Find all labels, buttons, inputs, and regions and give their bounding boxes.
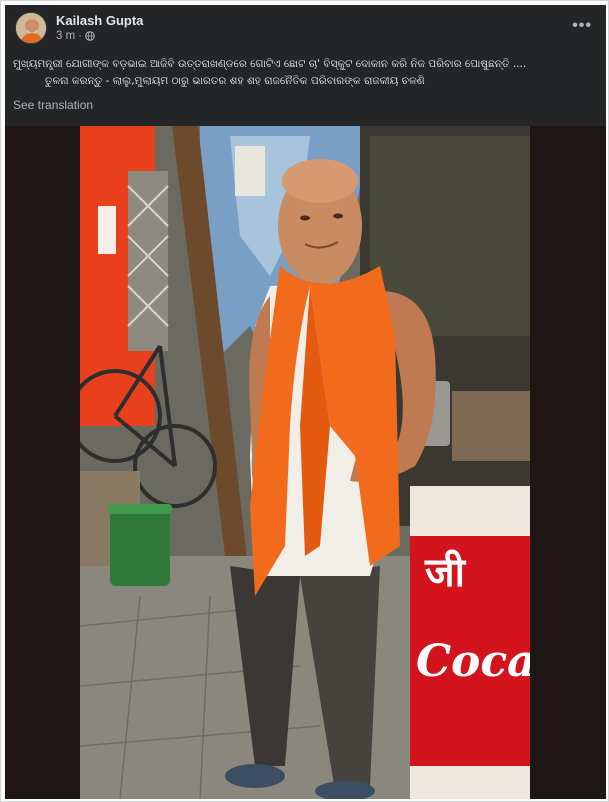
author-name[interactable]: Kailash Gupta: [56, 13, 143, 28]
post-text-line-1: ମୁଖ୍ୟମନ୍ତ୍ରୀ ଯୋଗୀଙ୍କ ବଡ଼ଭାଇ ଆଜିବି ଉତ୍ତରା…: [13, 58, 527, 70]
see-translation-link[interactable]: See translation: [13, 98, 93, 112]
post-text-line-2: ତୁଳନା କରନ୍ତୁ - ଲାଲୁ,ମୁଲାୟମ ଠାରୁ ଭାରତର ଶହ…: [45, 75, 425, 87]
avatar-image: [16, 13, 46, 43]
screenshot-frame: Kailash Gupta 3 m · ••• ମୁଖ୍ୟମନ୍ତ୍ରୀ ଯୋଗ…: [0, 0, 609, 802]
meta-separator: ·: [78, 30, 83, 42]
more-options-icon[interactable]: •••: [572, 17, 592, 35]
sign-hindi-text: जी: [424, 549, 467, 596]
post-time[interactable]: 3 m: [56, 30, 75, 42]
globe-icon[interactable]: [85, 31, 95, 41]
post-photo-container[interactable]: जी Coca: [5, 126, 606, 799]
facebook-post-card: Kailash Gupta 3 m · ••• ମୁଖ୍ୟମନ୍ତ୍ରୀ ଯୋଗ…: [5, 5, 606, 799]
sign-coca-text: Coca: [416, 636, 530, 687]
post-header: Kailash Gupta 3 m · •••: [5, 5, 606, 57]
post-meta: 3 m ·: [56, 30, 95, 42]
post-photo[interactable]: जी Coca: [80, 126, 530, 799]
author-avatar[interactable]: [15, 12, 47, 44]
